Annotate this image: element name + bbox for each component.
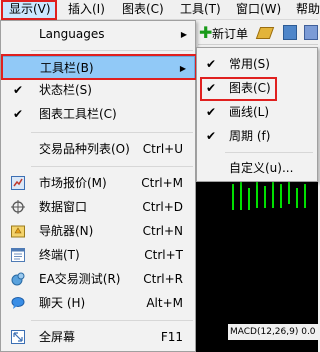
candle — [232, 184, 234, 210]
toolbars-submenu: ✔ 常用(S) ✔ 图表(C) ✔ 画线(L) ✔ 周期 (f) 自定义(u).… — [196, 47, 318, 182]
menu-item-symbols[interactable]: 交易品种列表(O) Ctrl+U — [2, 138, 195, 161]
shortcut-label: Ctrl+R — [143, 272, 183, 286]
submenu-item-line-studies[interactable]: ✔ 画线(L) — [198, 101, 316, 124]
menu-tools[interactable]: 工具(T) — [180, 0, 221, 19]
submenu-item-customize-label: 自定义(u)... — [229, 161, 294, 175]
submenu-item-periods-label: 周期 (f) — [229, 129, 271, 143]
menu-item-data-window-label: 数据窗口 — [39, 200, 88, 214]
menu-item-chat-label: 聊天 (H) — [39, 296, 86, 310]
menu-item-market-watch-label: 市场报价(M) — [39, 176, 107, 190]
checkmark-icon: ✔ — [206, 57, 217, 71]
submenu-arrow-icon: ▶ — [180, 30, 187, 39]
menu-item-navigator[interactable]: 导航器(N) Ctrl+N — [2, 220, 195, 243]
user-icon[interactable] — [304, 25, 318, 40]
shortcut-label: Ctrl+U — [142, 142, 183, 156]
menu-separator — [31, 132, 193, 133]
menu-view-label: 显示(V) — [9, 2, 51, 16]
fullscreen-icon — [11, 330, 25, 344]
submenu-item-charts[interactable]: ✔ 图表(C) — [198, 77, 316, 100]
menu-item-chat[interactable]: 聊天 (H) Alt+M — [2, 292, 195, 315]
market-watch-icon — [11, 176, 25, 190]
submenu-arrow-icon: ▶ — [179, 64, 186, 73]
menu-item-languages-label: Languages — [39, 27, 105, 41]
menu-item-charts-bar-label: 图表工具栏(C) — [39, 107, 117, 121]
menu-insert[interactable]: 插入(I) — [68, 0, 105, 19]
strategy-tester-icon — [11, 272, 25, 286]
menu-view[interactable]: 显示(V) — [2, 0, 56, 19]
menu-item-toolbars-label: 工具栏(B) — [40, 61, 94, 75]
menubar: 显示(V) 插入(I) 图表(C) 工具(T) 窗口(W) 帮助 — [0, 0, 320, 20]
candle — [240, 180, 242, 210]
candle — [280, 184, 282, 208]
menu-item-tester-label: EA交易测试(R) — [39, 272, 121, 286]
menu-item-status-bar-label: 状态栏(S) — [39, 83, 92, 97]
menu-item-tester[interactable]: EA交易测试(R) Ctrl+R — [2, 268, 195, 291]
candle — [264, 186, 266, 208]
menu-item-status-bar[interactable]: ✔ 状态栏(S) — [2, 79, 195, 102]
submenu-item-customize[interactable]: 自定义(u)... — [198, 157, 316, 180]
submenu-item-line-studies-label: 画线(L) — [229, 105, 270, 119]
candle — [288, 182, 290, 204]
shortcut-label: Alt+M — [146, 296, 183, 310]
menu-item-data-window[interactable]: 数据窗口 Ctrl+D — [2, 196, 195, 219]
menu-item-charts-bar[interactable]: ✔ 图表工具栏(C) — [2, 103, 195, 126]
menu-help[interactable]: 帮助 — [296, 0, 320, 19]
menu-window[interactable]: 窗口(W) — [236, 0, 281, 19]
menu-item-toolbars[interactable]: 工具栏(B) ▶ — [2, 56, 195, 79]
candle — [256, 182, 258, 208]
menu-item-symbols-label: 交易品种列表(O) — [39, 142, 130, 156]
menu-item-terminal-label: 终端(T) — [39, 248, 80, 262]
navigator-icon — [11, 225, 25, 238]
submenu-item-charts-label: 图表(C) — [229, 81, 271, 95]
menu-separator — [225, 152, 313, 153]
new-order-button[interactable]: 新订单 — [212, 25, 248, 42]
shortcut-label: Ctrl+D — [142, 200, 183, 214]
menu-charts[interactable]: 图表(C) — [122, 0, 164, 19]
menu-item-fullscreen-label: 全屏幕 — [39, 330, 76, 344]
candle — [248, 188, 250, 210]
checkmark-icon: ✔ — [206, 129, 217, 143]
submenu-item-periods[interactable]: ✔ 周期 (f) — [198, 125, 316, 148]
checkmark-icon: ✔ — [206, 105, 217, 119]
view-menu-dropdown: Languages ▶ 工具栏(B) ▶ ✔ 状态栏(S) ✔ 图表工具栏(C)… — [0, 20, 196, 352]
menu-separator — [31, 50, 193, 51]
checkmark-icon: ✔ — [13, 83, 24, 97]
checkmark-icon: ✔ — [206, 81, 217, 95]
crosshair-icon — [11, 200, 25, 214]
shortcut-label: Ctrl+N — [142, 224, 183, 238]
chat-icon — [11, 297, 25, 309]
menu-item-navigator-label: 导航器(N) — [39, 224, 94, 238]
menu-separator — [31, 320, 193, 321]
submenu-item-standard-label: 常用(S) — [229, 57, 270, 71]
submenu-item-standard[interactable]: ✔ 常用(S) — [198, 53, 316, 76]
menu-item-market-watch[interactable]: 市场报价(M) Ctrl+M — [2, 172, 195, 195]
shortcut-label: Ctrl+T — [144, 248, 183, 262]
candle — [304, 184, 306, 208]
shortcut-label: Ctrl+M — [141, 176, 183, 190]
candle — [272, 180, 274, 208]
macd-label: MACD(12,26,9) 0.0 — [228, 324, 318, 340]
menu-separator — [31, 166, 193, 167]
menu-item-languages[interactable]: Languages ▶ — [2, 23, 195, 46]
menu-item-terminal[interactable]: 终端(T) Ctrl+T — [2, 244, 195, 267]
history-icon[interactable] — [283, 25, 297, 40]
new-order-icon: ✚ — [199, 23, 213, 42]
menu-item-fullscreen[interactable]: 全屏幕 F11 — [2, 326, 195, 349]
checkmark-icon: ✔ — [13, 107, 24, 121]
shortcut-label: F11 — [160, 330, 183, 344]
terminal-icon — [11, 248, 25, 262]
candle — [296, 188, 298, 208]
